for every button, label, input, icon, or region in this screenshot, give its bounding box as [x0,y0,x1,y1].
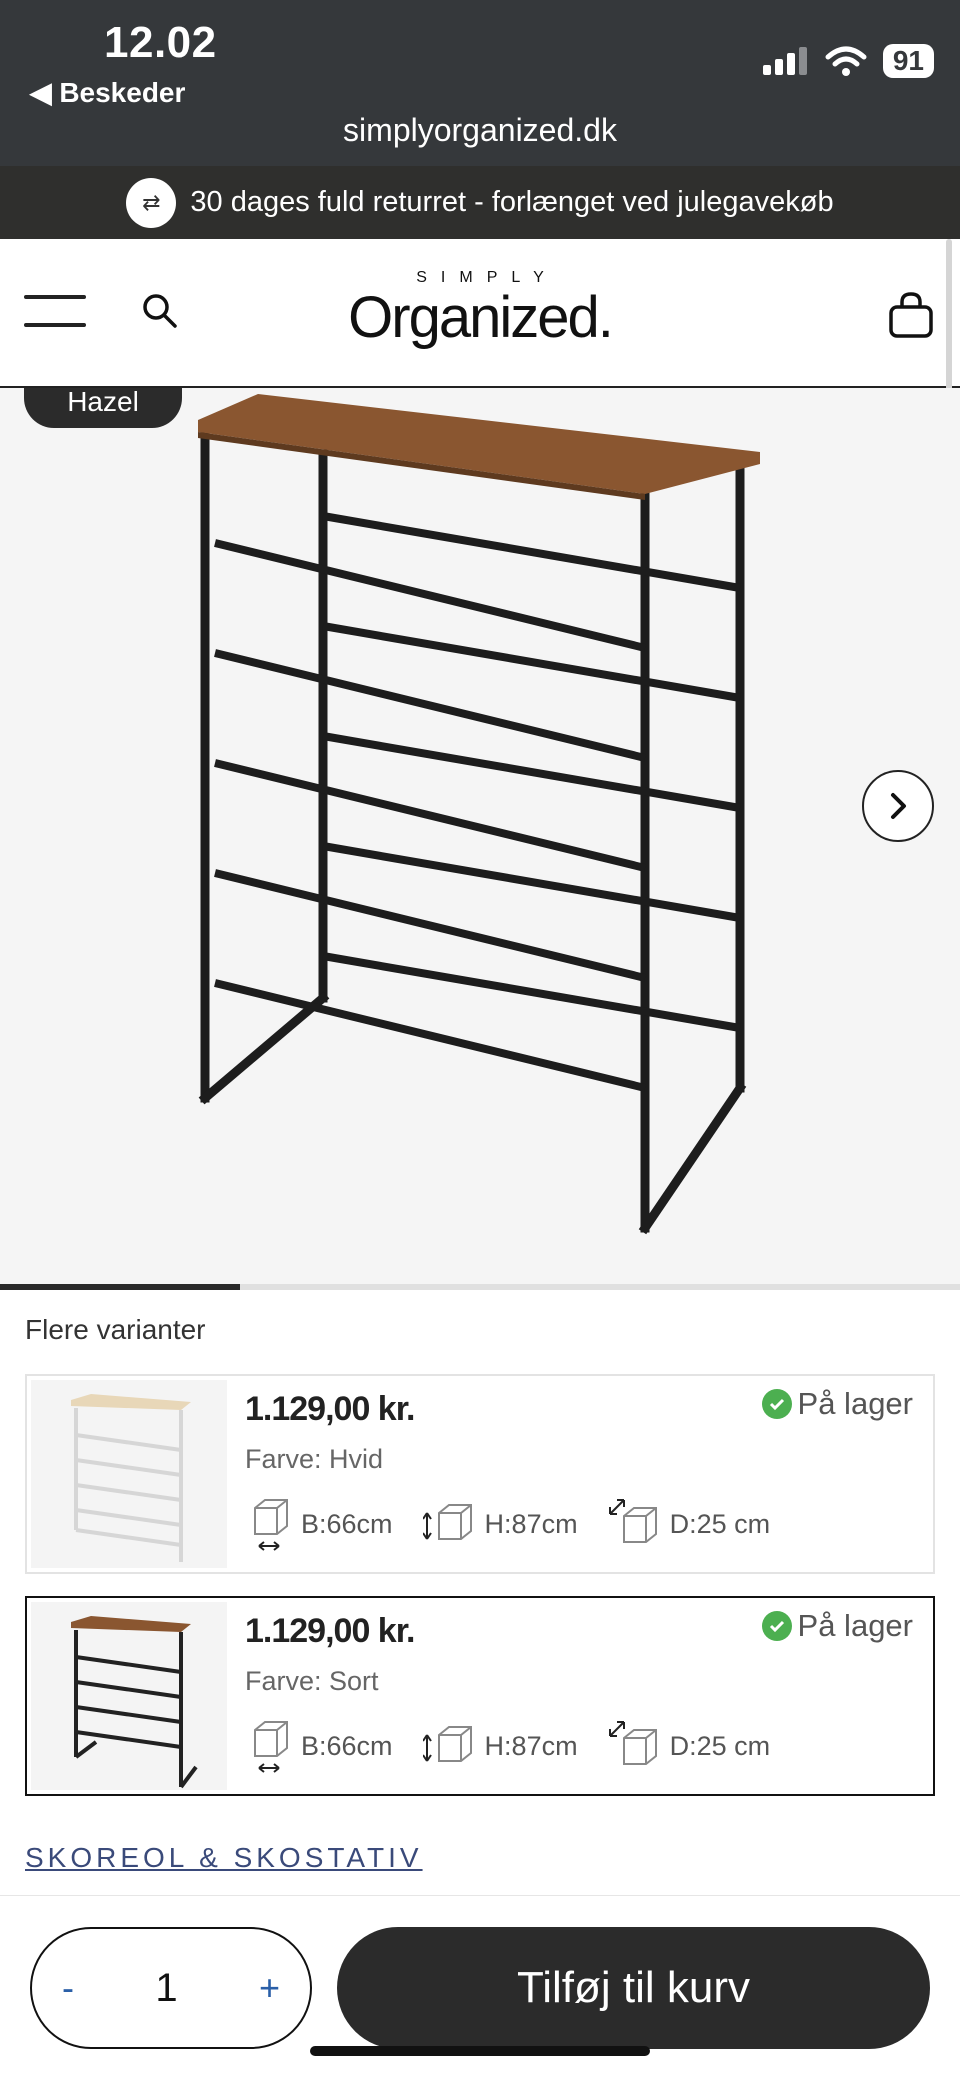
height-value: H:87cm [484,1730,578,1761]
logo-main-text: Organized. [348,285,614,350]
decrease-quantity-button[interactable]: - [62,1967,74,2009]
promo-banner: ⇄ 30 dages fuld returret - forlænget ved… [0,166,960,239]
stock-status: På lager [761,1386,913,1422]
address-bar-url[interactable]: simplyorganized.dk [0,112,960,149]
height-cube-icon [422,1504,472,1540]
variant-card-white[interactable]: 1.129,00 kr. På lager Farve: Hvid B:66cm… [25,1374,935,1574]
check-circle-icon [761,1611,792,1641]
battery-indicator: 91 [882,44,934,78]
variant-thumbnail [31,1380,227,1568]
black-shoe-rack-image [71,1616,198,1789]
variant-dimensions: B:66cm H:87cm D:25 cm [245,1494,800,1554]
quantity-value[interactable]: 1 [155,1966,177,2011]
stock-label: På lager [797,1608,913,1643]
variant-price: 1.129,00 kr. [245,1612,416,1650]
variant-color: Farve: Hvid [245,1444,384,1474]
depth-value: D:25 cm [669,1508,771,1539]
status-bar: 12.02 ◀ Beskeder 91 simplyorganized.dk [0,0,960,166]
add-to-cart-button[interactable]: Tilføj til kurv [337,1927,930,2049]
stock-label: På lager [797,1386,913,1421]
clock: 12.02 [104,18,217,67]
variant-card-black[interactable]: 1.129,00 kr. På lager Farve: Sort B:66cm… [25,1596,935,1796]
next-image-button[interactable] [862,770,934,842]
variant-color: Farve: Sort [245,1666,379,1696]
gallery-progress-bar [0,1284,960,1290]
cart-bag-icon[interactable] [888,291,934,339]
cellular-signal-icon [762,47,807,75]
stock-status: På lager [761,1608,913,1644]
back-to-messages-link[interactable]: ◀ Beskeder [30,76,185,109]
variant-thumbnail [31,1602,227,1790]
wifi-icon [825,46,867,76]
height-value: H:87cm [484,1508,578,1539]
shoe-rack-product-image [198,394,760,1235]
depth-cube-icon [608,1721,657,1765]
check-circle-icon [761,1389,792,1419]
chevron-right-icon [891,793,906,819]
depth-value: D:25 cm [669,1730,771,1761]
gallery-progress-fill [0,1284,240,1290]
depth-cube-icon [608,1499,657,1543]
white-shoe-rack-image [71,1394,191,1562]
site-header: SIMPLY Organized. [0,239,960,388]
site-logo[interactable]: SIMPLY Organized. [0,269,960,349]
width-cube-icon [254,1721,288,1773]
return-arrows-icon: ⇄ [126,177,177,228]
product-image-gallery[interactable]: Hazel [0,388,960,1285]
height-cube-icon [422,1726,472,1762]
variants-heading: Flere varianter [25,1314,206,1345]
width-value: B:66cm [301,1508,393,1539]
home-indicator[interactable] [310,2046,650,2056]
category-link[interactable]: SKOREOL & SKOSTATIV [25,1842,423,1874]
width-cube-icon [254,1499,288,1551]
increase-quantity-button[interactable]: + [259,1967,280,2009]
status-icons: 91 [761,44,934,78]
variant-dimensions: B:66cm H:87cm D:25 cm [245,1716,800,1776]
width-value: B:66cm [301,1730,393,1761]
promo-text: 30 dages fuld returret - forlænget ved j… [190,186,834,218]
variant-price: 1.129,00 kr. [245,1390,416,1428]
quantity-stepper: - 1 + [30,1927,312,2049]
